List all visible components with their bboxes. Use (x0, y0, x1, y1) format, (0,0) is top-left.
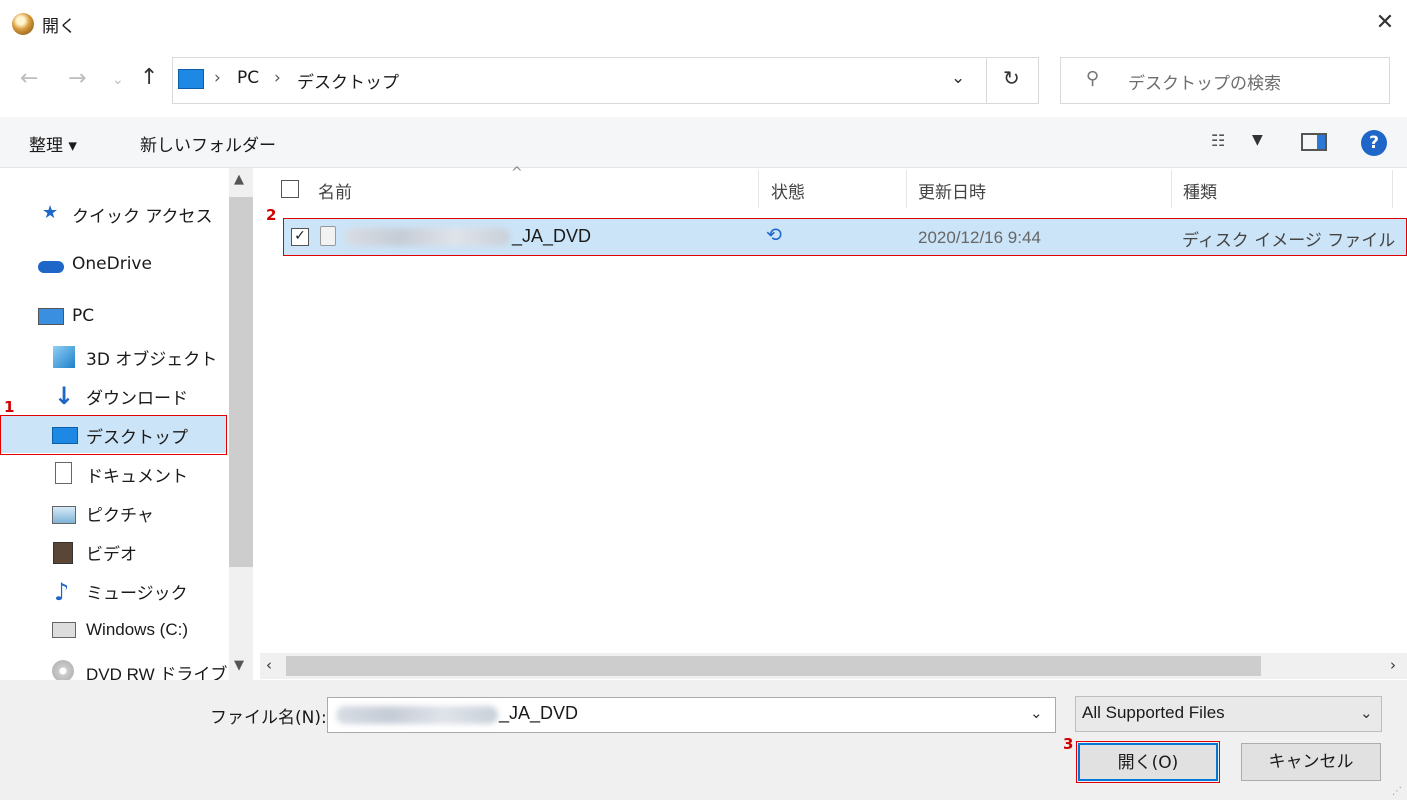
pc-icon (38, 308, 64, 325)
cancel-button[interactable]: キャンセル (1241, 743, 1381, 781)
nav-item-windows-c[interactable]: Windows (C:) (86, 620, 188, 640)
video-icon (53, 542, 73, 564)
app-icon (12, 13, 34, 35)
close-icon[interactable]: ✕ (1370, 8, 1400, 38)
music-note-icon: ♪ (54, 578, 70, 606)
sort-ascending-icon: ^ (511, 165, 523, 181)
view-options-icon[interactable]: ☷ (1211, 131, 1225, 150)
nav-item-documents[interactable]: ドキュメント (86, 462, 188, 487)
star-icon: ★ (42, 202, 59, 223)
pc-icon (178, 69, 204, 89)
breadcrumb-separator: › (274, 68, 281, 88)
sync-status-icon: ⟲ (766, 224, 782, 246)
breadcrumb-desktop[interactable]: デスクトップ (297, 68, 399, 93)
filename-value: _JA_DVD (499, 703, 579, 723)
scroll-left-icon[interactable]: ‹ (266, 656, 272, 674)
divider (986, 58, 987, 104)
row-checkbox[interactable]: ✓ (291, 228, 309, 246)
cloud-icon (38, 261, 64, 273)
breadcrumb-separator: › (214, 68, 221, 88)
file-type: ディスク イメージ ファイル (1182, 231, 1396, 251)
nav-item-pictures[interactable]: ピクチャ (86, 501, 154, 526)
chevron-down-icon[interactable]: ▼ (1252, 132, 1263, 148)
select-all-checkbox[interactable] (281, 180, 299, 198)
disc-image-file-icon (320, 226, 336, 246)
open-button[interactable]: 開く(O) (1076, 741, 1220, 783)
nav-item-pc[interactable]: PC (72, 306, 94, 326)
scroll-right-icon[interactable]: › (1390, 656, 1396, 674)
nav-item-music[interactable]: ミュージック (86, 579, 188, 604)
column-divider[interactable] (1171, 170, 1172, 208)
picture-icon (52, 506, 76, 524)
file-name-suffix[interactable]: _JA_DVD (512, 226, 591, 247)
new-folder-button[interactable]: 新しいフォルダー (140, 131, 276, 156)
resize-grip-icon[interactable]: ⋰ (1392, 786, 1403, 797)
nav-item-3d-objects[interactable]: 3D オブジェクト (86, 345, 217, 370)
search-placeholder: デスクトップの検索 (1128, 74, 1281, 94)
nav-item-onedrive[interactable]: OneDrive (72, 254, 152, 274)
column-divider[interactable] (906, 170, 907, 208)
file-modified: 2020/12/16 9:44 (918, 228, 1041, 247)
column-header-type[interactable]: 種類 (1183, 178, 1217, 203)
annotation-highlight-box (0, 415, 227, 455)
column-header-status[interactable]: 状態 (771, 178, 805, 203)
up-arrow-icon[interactable]: ↑ (140, 65, 158, 90)
help-icon[interactable]: ? (1361, 130, 1387, 156)
nav-item-dvd-drive[interactable]: DVD RW ドライブ ( (86, 660, 230, 680)
preview-pane-icon[interactable] (1301, 133, 1327, 151)
disc-icon (52, 660, 74, 680)
search-icon: ⚲ (1086, 68, 1100, 89)
column-divider[interactable] (758, 170, 759, 208)
annotation-marker-1: 1 (4, 398, 15, 416)
forward-arrow-icon[interactable]: → (68, 66, 86, 91)
breadcrumb-pc[interactable]: PC (237, 68, 259, 88)
organize-button[interactable]: 整理 ▾ (29, 131, 77, 156)
window-title: 開く (42, 17, 76, 37)
document-icon (55, 462, 72, 484)
scroll-up-icon[interactable]: ▲ (234, 172, 244, 187)
scroll-down-icon[interactable]: ▼ (234, 658, 244, 673)
redacted-filename (336, 706, 498, 724)
chevron-down-icon[interactable]: ⌄ (951, 68, 965, 88)
drive-icon (52, 622, 76, 638)
refresh-icon[interactable]: ↻ (1003, 66, 1020, 90)
chevron-down-icon[interactable]: ⌄ (1030, 704, 1043, 722)
annotation-marker-2: 2 (266, 206, 277, 224)
column-header-modified[interactable]: 更新日時 (918, 178, 986, 203)
column-divider[interactable] (1392, 170, 1393, 208)
back-arrow-icon[interactable]: ← (20, 66, 38, 91)
annotation-marker-3: 3 (1063, 735, 1074, 753)
download-arrow-icon: ↓ (54, 382, 75, 410)
file-type-filter-value: All Supported Files (1082, 703, 1225, 722)
title-bar (0, 0, 1407, 48)
nav-item-downloads[interactable]: ダウンロード (86, 384, 188, 409)
redacted-filename (345, 228, 510, 246)
recent-dropdown-icon[interactable]: ⌄ (112, 72, 124, 88)
column-header-name[interactable]: 名前 (318, 178, 352, 203)
chevron-down-icon[interactable]: ⌄ (1360, 704, 1373, 722)
file-list-scrollbar-thumb[interactable] (286, 656, 1261, 676)
cube-icon (53, 346, 75, 368)
filename-label: ファイル名(N): (210, 708, 327, 728)
nav-item-quick-access[interactable]: クイック アクセス (72, 202, 213, 227)
nav-item-videos[interactable]: ビデオ (86, 540, 137, 565)
nav-scrollbar-thumb[interactable] (229, 197, 253, 567)
